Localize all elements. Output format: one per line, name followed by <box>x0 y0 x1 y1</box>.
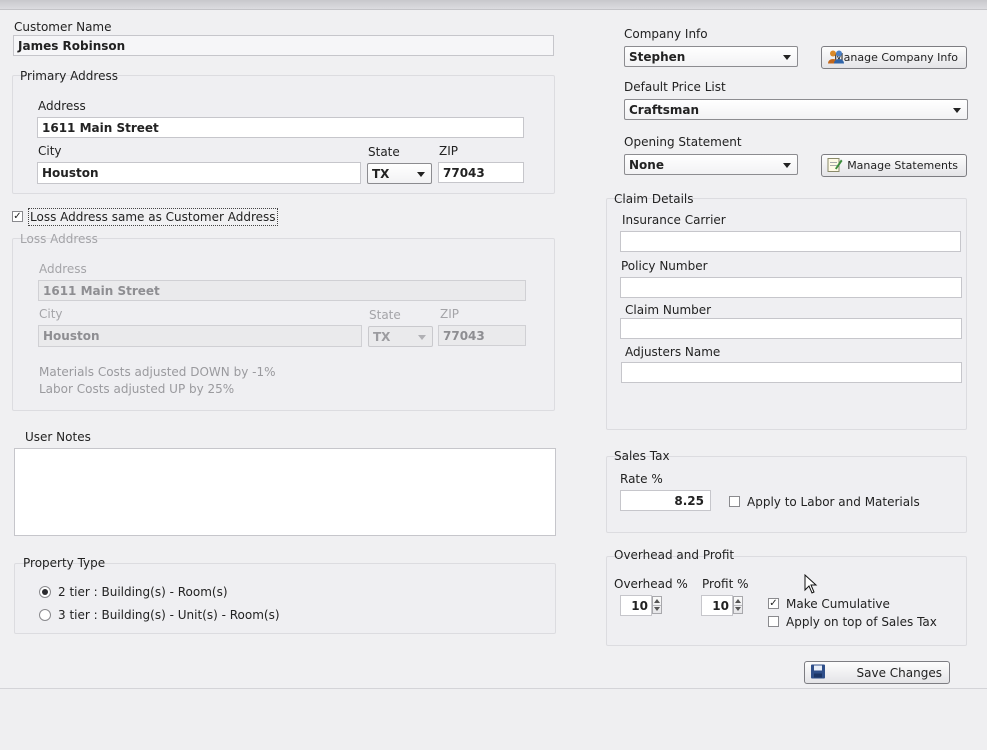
make-cumulative-checkbox[interactable]: ✓ <box>768 598 779 609</box>
chevron-down-icon <box>783 162 791 168</box>
opening-statement-value: None <box>629 157 664 172</box>
sales-tax-group-label: Sales Tax <box>614 449 670 463</box>
arrow-down-icon[interactable] <box>654 607 660 611</box>
overhead-input[interactable]: 10 <box>620 595 652 616</box>
chevron-down-icon <box>418 334 426 340</box>
property-2tier-radio[interactable] <box>39 586 51 598</box>
primary-address-group-label: Primary Address <box>20 69 118 83</box>
loss-state-value: TX <box>373 329 391 344</box>
apply-on-top-checkbox[interactable] <box>768 616 779 627</box>
manage-statements-label: Manage Statements <box>847 159 958 172</box>
claim-number-label: Claim Number <box>625 303 712 317</box>
overhead-stepper[interactable] <box>652 596 662 614</box>
profit-input[interactable]: 10 <box>701 595 733 616</box>
primary-city-input[interactable]: Houston <box>37 162 361 184</box>
adjusters-name-label: Adjusters Name <box>625 345 721 359</box>
manage-company-info-label: Manage Company Info <box>834 51 958 64</box>
loss-state-label: State <box>369 308 401 322</box>
claim-number-input[interactable] <box>620 318 962 339</box>
price-list-value: Craftsman <box>629 102 700 117</box>
loss-zip-label: ZIP <box>440 307 459 321</box>
company-info-value: Stephen <box>629 49 686 64</box>
profit-stepper[interactable] <box>733 596 743 614</box>
manage-company-info-button[interactable]: Manage Company Info <box>821 46 967 69</box>
materials-cost-note: Materials Costs adjusted DOWN by -1% <box>39 365 276 379</box>
loss-same-label[interactable]: Loss Address same as Customer Address <box>28 208 278 226</box>
policy-number-label: Policy Number <box>621 259 708 273</box>
loss-state-select: TX <box>368 326 433 347</box>
people-icon <box>827 48 845 67</box>
rate-label: Rate % <box>620 472 663 486</box>
status-area <box>0 688 987 750</box>
company-info-label: Company Info <box>624 27 708 41</box>
overhead-label: Overhead % <box>614 577 688 591</box>
property-2tier-label[interactable]: 2 tier : Building(s) - Room(s) <box>58 585 228 599</box>
loss-zip-input: 77043 <box>438 325 526 346</box>
loss-city-input: Houston <box>38 325 362 347</box>
overhead-profit-group-label: Overhead and Profit <box>614 548 735 562</box>
chevron-down-icon <box>417 171 425 177</box>
chevron-down-icon <box>953 107 961 113</box>
user-notes-textarea[interactable] <box>14 448 556 536</box>
customer-name-label: Customer Name <box>14 20 112 34</box>
primary-zip-label: ZIP <box>439 144 458 158</box>
make-cumulative-label[interactable]: Make Cumulative <box>786 597 890 611</box>
arrow-up-icon[interactable] <box>654 599 660 603</box>
property-3tier-radio[interactable] <box>39 609 51 621</box>
loss-city-label: City <box>39 307 63 321</box>
profit-label: Profit % <box>702 577 749 591</box>
arrow-down-icon[interactable] <box>735 607 741 611</box>
primary-state-select[interactable]: TX <box>367 163 432 184</box>
save-changes-label: Save Changes <box>856 665 942 680</box>
property-type-group-label: Property Type <box>23 556 106 570</box>
floppy-disk-icon <box>810 663 826 682</box>
primary-zip-input[interactable]: 77043 <box>438 162 524 183</box>
adjusters-name-input[interactable] <box>621 362 962 383</box>
primary-address-input[interactable]: 1611 Main Street <box>37 117 524 138</box>
customer-name-input[interactable]: James Robinson <box>13 35 554 56</box>
mouse-cursor-icon <box>804 573 818 597</box>
apply-on-top-label[interactable]: Apply on top of Sales Tax <box>786 615 937 629</box>
manage-statements-button[interactable]: Manage Statements <box>821 154 967 177</box>
arrow-up-icon[interactable] <box>735 599 741 603</box>
company-info-select[interactable]: Stephen <box>624 46 798 67</box>
window-title-bar <box>0 0 987 10</box>
apply-labor-materials-label[interactable]: Apply to Labor and Materials <box>747 495 920 509</box>
note-edit-icon <box>827 156 843 175</box>
price-list-label: Default Price List <box>624 80 726 94</box>
price-list-select[interactable]: Craftsman <box>624 99 968 120</box>
loss-same-checkbox[interactable]: ✓ <box>12 211 23 222</box>
apply-labor-materials-checkbox[interactable] <box>729 496 740 507</box>
primary-state-label: State <box>368 145 400 159</box>
policy-number-input[interactable] <box>620 277 962 298</box>
opening-statement-label: Opening Statement <box>624 135 742 149</box>
primary-address-label: Address <box>38 99 86 113</box>
loss-address-group-label: Loss Address <box>20 232 98 246</box>
property-3tier-label[interactable]: 3 tier : Building(s) - Unit(s) - Room(s) <box>58 608 280 622</box>
opening-statement-select[interactable]: None <box>624 154 798 175</box>
primary-city-label: City <box>38 144 62 158</box>
chevron-down-icon <box>783 54 791 60</box>
primary-state-value: TX <box>372 166 390 181</box>
user-notes-label: User Notes <box>25 430 91 444</box>
labor-cost-note: Labor Costs adjusted UP by 25% <box>39 382 235 396</box>
insurance-carrier-label: Insurance Carrier <box>622 213 726 227</box>
tax-rate-input[interactable]: 8.25 <box>620 490 711 511</box>
loss-address-input: 1611 Main Street <box>38 280 526 301</box>
save-changes-button[interactable]: Save Changes <box>804 661 950 684</box>
claim-details-group-label: Claim Details <box>614 192 694 206</box>
loss-address-label: Address <box>39 262 87 276</box>
insurance-carrier-input[interactable] <box>620 231 961 252</box>
